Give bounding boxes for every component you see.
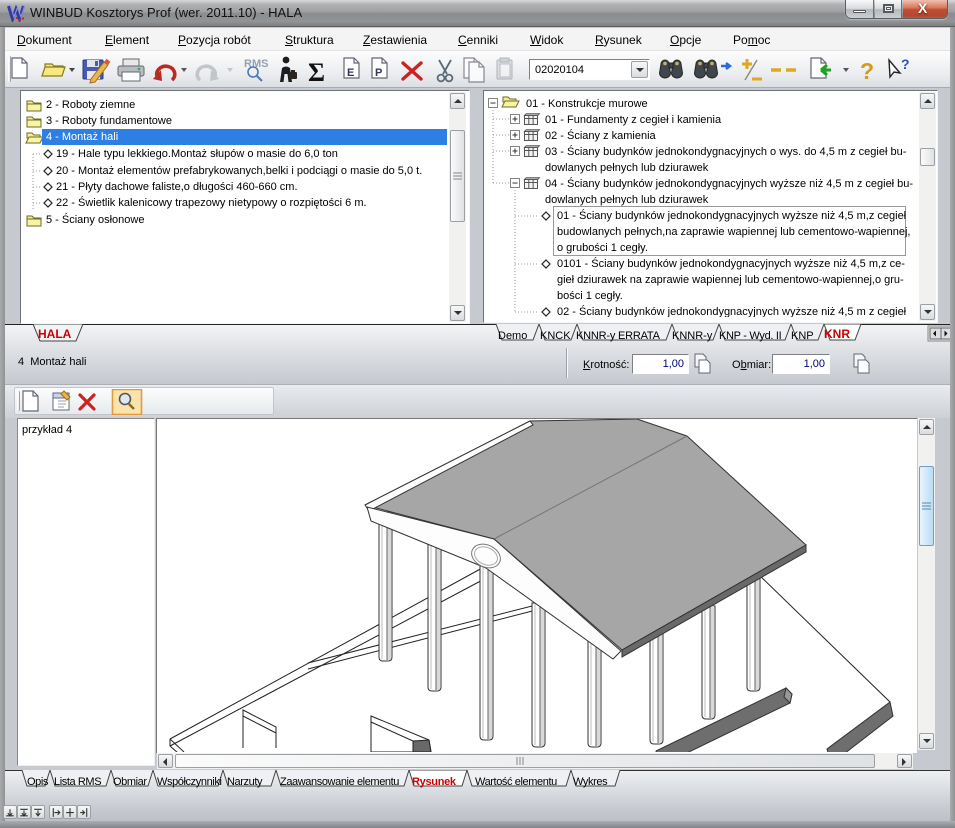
svg-text:?: ? — [860, 58, 874, 84]
svg-text:E: E — [347, 67, 354, 79]
svg-text:?: ? — [901, 56, 910, 72]
svg-text:Σ: Σ — [308, 58, 325, 87]
svg-text:P: P — [375, 67, 382, 79]
